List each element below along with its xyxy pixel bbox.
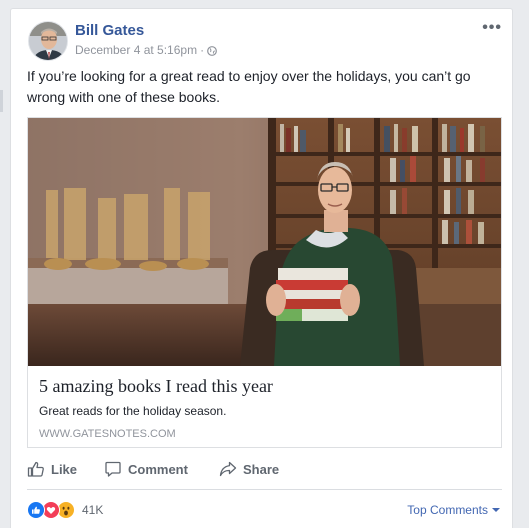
globe-icon (207, 45, 217, 56)
like-label: Like (51, 461, 78, 477)
post-text: If you’re looking for a great read to en… (27, 68, 471, 105)
link-title[interactable]: 5 amazing books I read this year (39, 376, 489, 397)
link-preview-image[interactable] (28, 118, 501, 366)
comment-sort-dropdown[interactable]: Top Comments (407, 503, 500, 517)
comment-sort-label: Top Comments (407, 503, 488, 517)
meta-separator: · (200, 43, 205, 57)
reaction-count[interactable]: 41K (82, 503, 103, 517)
share-button[interactable]: Share (219, 460, 279, 478)
action-bar: Like Comment Share (27, 456, 502, 482)
action-divider (27, 489, 502, 490)
reaction-summary[interactable]: 41K (27, 500, 103, 520)
caret-down-icon (492, 508, 500, 512)
post-meta: December 4 at 5:16pm · (75, 43, 217, 57)
author-avatar[interactable] (28, 21, 68, 61)
post-timestamp[interactable]: December 4 at 5:16pm (75, 43, 197, 57)
like-button[interactable]: Like (27, 460, 77, 478)
page-edge (0, 90, 3, 112)
author-name[interactable]: Bill Gates (75, 22, 144, 39)
share-arrow-icon (219, 460, 237, 478)
share-label: Share (243, 461, 280, 477)
comment-icon (104, 460, 122, 478)
link-domain: www.gatesnotes.com (39, 428, 176, 440)
comment-button[interactable]: Comment (104, 460, 188, 478)
link-preview[interactable]: 5 amazing books I read this year Great r… (27, 117, 502, 448)
link-description: Great reads for the holiday season. (39, 404, 227, 418)
like-reaction-icon (27, 501, 45, 519)
post-card: Bill Gates December 4 at 5:16pm · ••• If… (10, 8, 513, 528)
thumbs-up-icon (27, 460, 45, 478)
more-options-icon[interactable]: ••• (482, 20, 502, 36)
comment-label: Comment (128, 461, 188, 477)
